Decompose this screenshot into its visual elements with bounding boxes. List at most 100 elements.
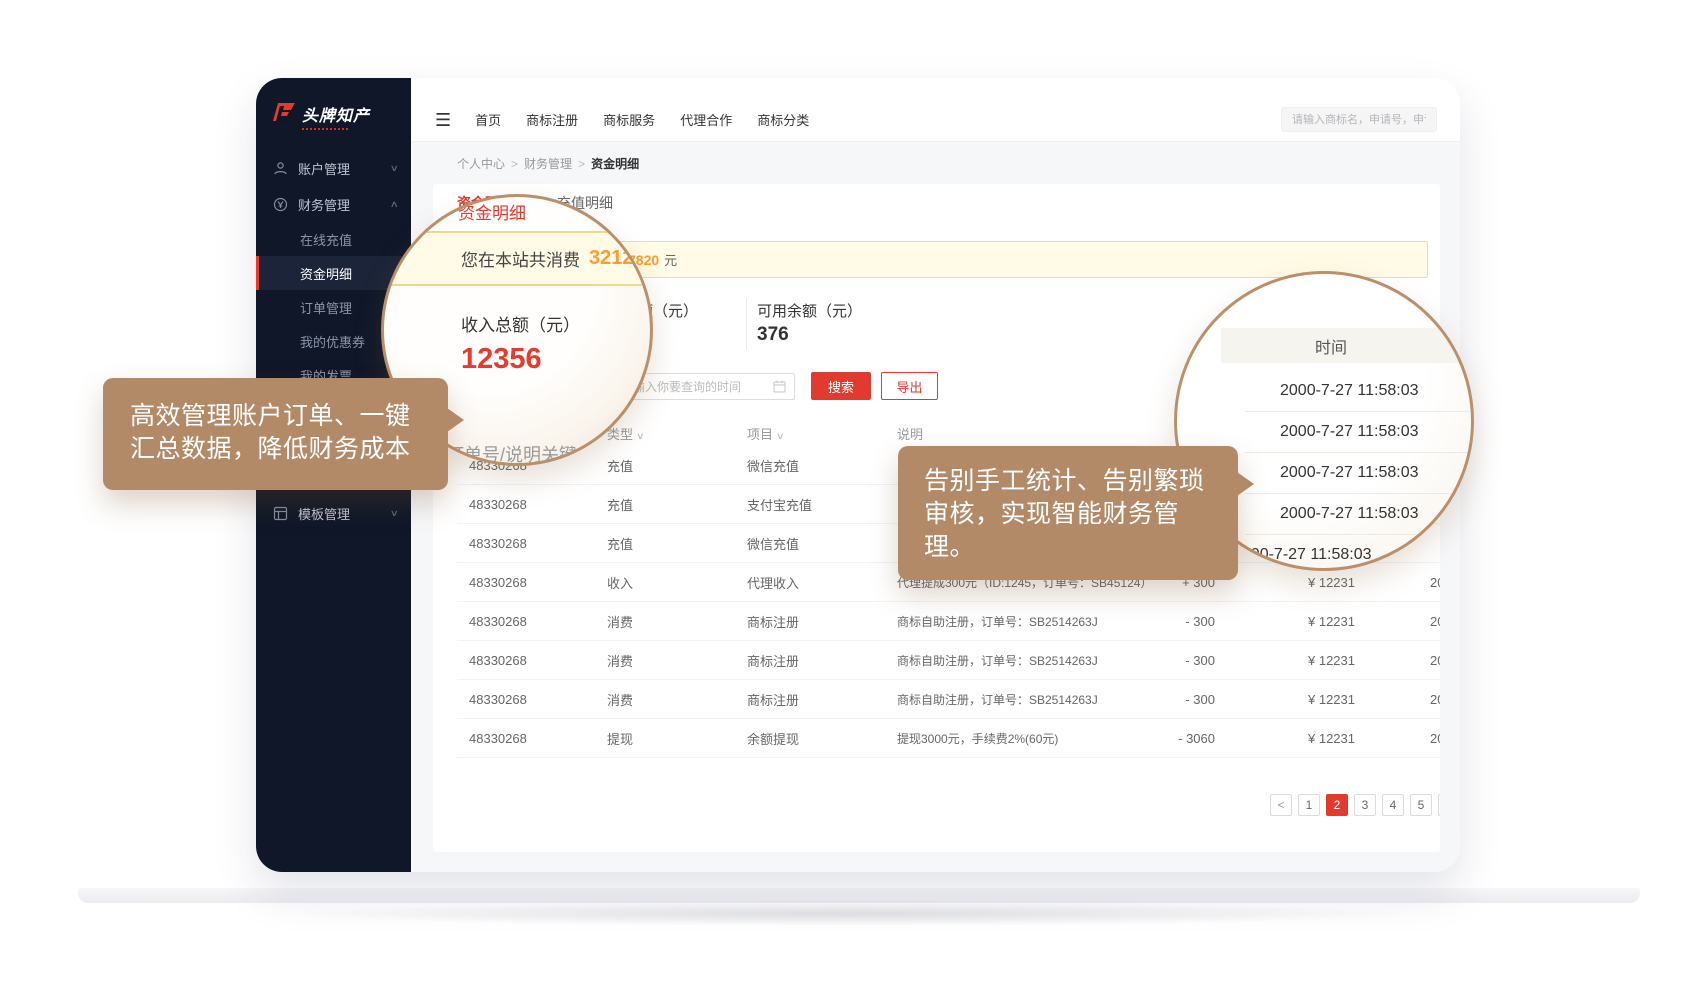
cell-balance: ¥ 12231 xyxy=(1215,731,1355,746)
cell-project: 余额提现 xyxy=(747,729,897,748)
cell-amount: - 300 xyxy=(1159,653,1215,668)
magnified-banner-prefix: 您在本站共消费 xyxy=(461,246,580,271)
table-row: 48330268消费商标注册商标自助注册，订单号：SB2514263J- 300… xyxy=(457,680,1440,719)
topnav-item-0[interactable]: 首页 xyxy=(475,110,501,129)
cell-type: 提现 xyxy=(607,729,747,748)
cell-project: 商标注册 xyxy=(747,690,897,709)
cell-type: 充值 xyxy=(607,534,747,553)
table-header-2[interactable]: 项目∨ xyxy=(747,424,897,443)
breadcrumb: 个人中心>财务管理>资金明细 xyxy=(457,155,1460,172)
stat-balance-label: 可用余额（元） xyxy=(757,300,862,321)
cell-type: 收入 xyxy=(607,573,747,592)
cell-type: 充值 xyxy=(607,495,747,514)
cell-type: 消费 xyxy=(607,690,747,709)
row-separator xyxy=(1245,534,1471,535)
callout-left: 高效管理账户订单、一键汇总数据，降低财务成本 xyxy=(103,378,448,490)
magnified-banner-amount: 32124 xyxy=(589,247,645,270)
magnified-time-value: 2000-7-27 11:58:03 xyxy=(1280,382,1418,400)
magnified-income-value: 12356 xyxy=(461,343,542,376)
callout-right: 告别手工统计、告别繁琐审核，实现智能财务管理。 xyxy=(898,446,1238,580)
pagination-next[interactable]: > xyxy=(1438,794,1440,816)
topbar: ☰ 首页 商标注册 商标服务 代理合作 商标分类 xyxy=(411,78,1460,142)
cell-order: 48330268 xyxy=(457,497,607,512)
export-button[interactable]: 导出 xyxy=(881,372,938,400)
sidebar-group-label: 财务管理 xyxy=(298,195,350,214)
chevron-down-icon: ∨ xyxy=(390,508,399,519)
magnified-bottom-fragment: 订单号/说明关键 xyxy=(446,441,577,466)
cell-project: 微信充值 xyxy=(747,534,897,553)
brand-logo[interactable]: 头牌知产 xyxy=(272,102,411,130)
search-button[interactable]: 搜索 xyxy=(811,372,871,400)
sidebar-group-2[interactable]: 模板管理 ∨ xyxy=(256,495,411,531)
cell-type: 充值 xyxy=(607,456,747,475)
table-row: 48330268消费商标注册商标自助注册，订单号：SB2514263J- 300… xyxy=(457,641,1440,680)
magnified-tab-fragment: 资金明细 xyxy=(458,199,526,224)
finance-icon xyxy=(273,197,288,212)
chevron-up-icon: ∧ xyxy=(390,199,399,210)
stat-divider xyxy=(746,298,747,350)
topnav-item-2[interactable]: 商标服务 xyxy=(603,110,655,129)
cell-balance: ¥ 12231 xyxy=(1215,575,1355,590)
magnified-income-label: 收入总额（元） xyxy=(461,311,580,336)
laptop-base-shadow xyxy=(240,901,1456,927)
cell-balance: ¥ 12231 xyxy=(1215,692,1355,707)
cell-time: 2000-7-27 11:58:03 xyxy=(1355,692,1440,707)
calendar-icon xyxy=(773,380,786,393)
banner-unit: 元 xyxy=(664,250,677,269)
magnified-time-header: 时间 xyxy=(1221,328,1474,363)
cell-desc: 商标自助注册，订单号：SB2514263J xyxy=(897,613,1159,630)
cell-desc: 商标自助注册，订单号：SB2514263J xyxy=(897,652,1159,669)
stat-balance-value: 376 xyxy=(757,324,789,346)
pagination-page-2[interactable]: 2 xyxy=(1326,794,1348,816)
cell-amount: - 300 xyxy=(1159,614,1215,629)
user-icon xyxy=(273,161,288,176)
sort-caret-icon: ∨ xyxy=(776,431,785,442)
cell-type: 消费 xyxy=(607,612,747,631)
cell-amount: - 300 xyxy=(1159,692,1215,707)
hamburger-icon[interactable]: ☰ xyxy=(435,111,451,129)
trademark-search-input[interactable] xyxy=(1281,107,1437,132)
cell-time: 2000-7-27 11:58:03 xyxy=(1355,653,1440,668)
cell-project: 微信充值 xyxy=(747,456,897,475)
brand-name: 头牌知产 xyxy=(302,108,370,125)
cell-type: 消费 xyxy=(607,651,747,670)
topnav-item-4[interactable]: 商标分类 xyxy=(757,110,809,129)
cell-project: 支付宝充值 xyxy=(747,495,897,514)
pagination-page-5[interactable]: 5 xyxy=(1410,794,1432,816)
sidebar-group-1[interactable]: 财务管理 ∧ xyxy=(256,186,411,222)
sidebar-group-0[interactable]: 账户管理 ∨ xyxy=(256,150,411,186)
pagination-page-4[interactable]: 4 xyxy=(1382,794,1404,816)
magnified-time-value: 2000-7-27 11:58:03 xyxy=(1280,505,1418,523)
breadcrumb-separator: > xyxy=(578,157,585,171)
chevron-down-icon: ∨ xyxy=(390,163,399,174)
table-header-3: 说明 xyxy=(897,424,1159,443)
brand-tagline-dots xyxy=(302,128,348,130)
cell-order: 48330268 xyxy=(457,614,607,629)
table-row: 48330268提现余额提现提现3000元，手续费2%(60元)- 3060¥ … xyxy=(457,719,1440,758)
cell-desc: 提现3000元，手续费2%(60元) xyxy=(897,730,1159,747)
pagination-prev[interactable]: < xyxy=(1270,794,1292,816)
topnav-item-1[interactable]: 商标注册 xyxy=(526,110,578,129)
breadcrumb-item[interactable]: 财务管理 xyxy=(524,157,572,171)
cell-amount: - 3060 xyxy=(1159,731,1215,746)
brand-flag-icon xyxy=(272,102,296,130)
table-row: 48330268消费商标注册商标自助注册，订单号：SB2514263J- 300… xyxy=(457,602,1440,641)
breadcrumb-item[interactable]: 个人中心 xyxy=(457,157,505,171)
topnav-item-3[interactable]: 代理合作 xyxy=(680,110,732,129)
cell-balance: ¥ 12231 xyxy=(1215,614,1355,629)
pagination: <12345 > xyxy=(1270,794,1440,816)
sidebar-group-label: 账户管理 xyxy=(298,159,350,178)
cell-balance: ¥ 12231 xyxy=(1215,653,1355,668)
sidebar-group-label: 模板管理 xyxy=(298,504,350,523)
cell-project: 代理收入 xyxy=(747,573,897,592)
cell-order: 48330268 xyxy=(457,536,607,551)
pagination-page-3[interactable]: 3 xyxy=(1354,794,1376,816)
cell-project: 商标注册 xyxy=(747,612,897,631)
table-header-1[interactable]: 类型∨ xyxy=(607,424,747,443)
cell-time: 2000-7-27 11:58:03 xyxy=(1355,731,1440,746)
sort-caret-icon: ∨ xyxy=(636,431,645,442)
cell-order: 48330268 xyxy=(457,653,607,668)
pagination-page-1[interactable]: 1 xyxy=(1298,794,1320,816)
cell-order: 48330268 xyxy=(457,692,607,707)
cell-order: 48330268 xyxy=(457,575,607,590)
